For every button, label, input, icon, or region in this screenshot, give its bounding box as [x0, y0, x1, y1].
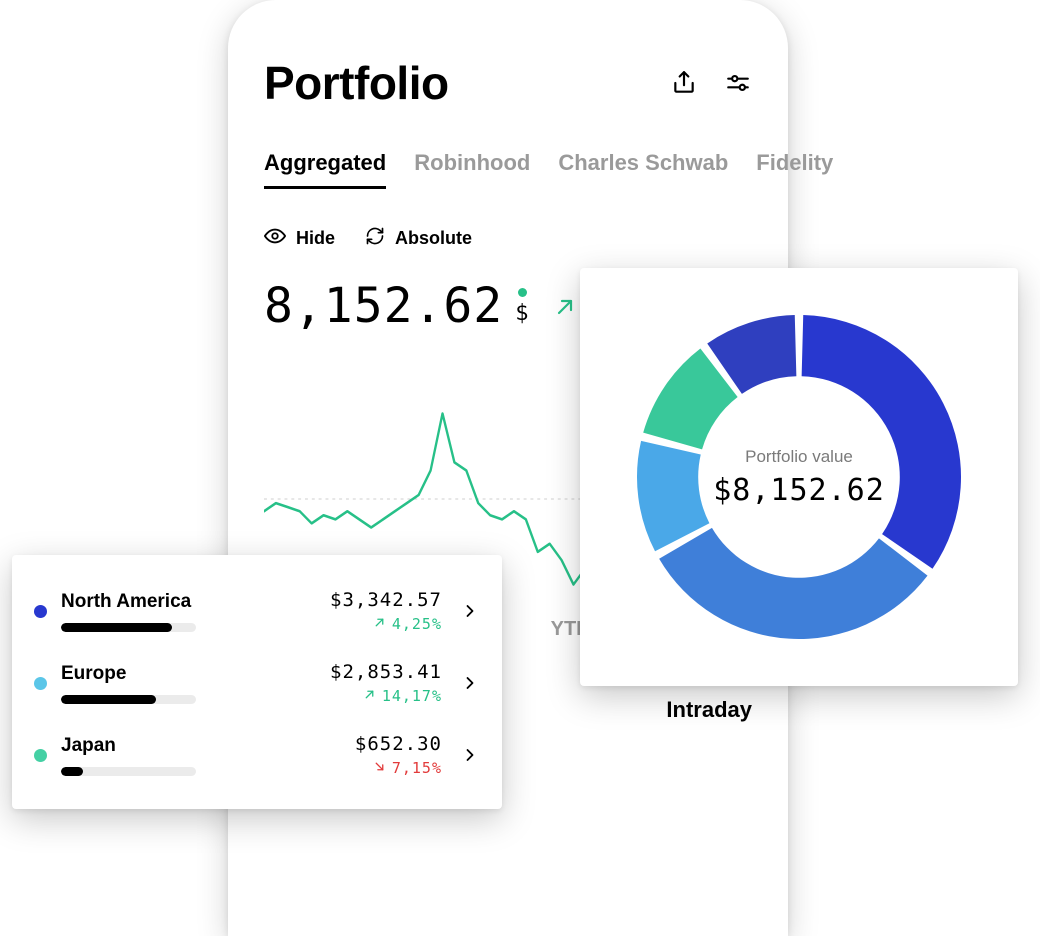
page-title: Portfolio — [264, 56, 449, 110]
donut-chart: Portfolio value $8,152.62 — [619, 297, 979, 657]
donut-center-label: Portfolio value — [745, 447, 853, 467]
region-values: $3,342.57 4,25% — [330, 589, 442, 633]
tab-charles-schwab[interactable]: Charles Schwab — [558, 150, 728, 189]
region-name: North America — [61, 591, 316, 613]
region-bar-fill — [61, 623, 172, 632]
header-actions — [670, 69, 752, 97]
region-main: Europe — [61, 663, 316, 704]
region-values: $2,853.41 14,17% — [330, 661, 442, 705]
tab-intraday[interactable]: Intraday — [666, 697, 752, 723]
donut-center-value: $8,152.62 — [713, 473, 885, 508]
donut-center: Portfolio value $8,152.62 — [619, 297, 979, 657]
chevron-right-icon — [460, 601, 480, 621]
region-color-dot — [34, 749, 47, 762]
region-change: 14,17% — [330, 687, 442, 705]
region-change-value: 14,17% — [382, 687, 442, 705]
region-change-value: 7,15% — [392, 759, 442, 777]
chevron-right-icon — [460, 745, 480, 765]
region-change-value: 4,25% — [392, 615, 442, 633]
status-dot — [518, 288, 527, 297]
trend-up-icon — [553, 295, 577, 324]
region-main: North America — [61, 591, 316, 632]
hide-label: Hide — [296, 228, 335, 249]
portfolio-value-number: 8,152.62 — [264, 278, 503, 334]
chevron-right-icon — [460, 673, 480, 693]
value-controls: Hide Absolute — [264, 225, 752, 252]
region-amount: $652.30 — [355, 733, 442, 755]
card-header: Portfolio — [264, 56, 752, 110]
region-bar — [61, 623, 196, 632]
refresh-icon — [365, 226, 385, 251]
region-main: Japan — [61, 735, 341, 776]
region-values: $652.30 7,15% — [355, 733, 442, 777]
share-icon[interactable] — [670, 69, 698, 97]
region-row[interactable]: North America $3,342.57 4,25% — [34, 583, 480, 655]
region-bar-fill — [61, 767, 83, 776]
tab-fidelity[interactable]: Fidelity — [756, 150, 833, 189]
currency-indicator: $ — [515, 288, 529, 326]
region-row[interactable]: Japan $652.30 7,15% — [34, 727, 480, 781]
region-change: 7,15% — [355, 759, 442, 777]
arrow-up-right-icon — [373, 615, 386, 633]
mode-label: Absolute — [395, 228, 472, 249]
region-name: Japan — [61, 735, 341, 757]
currency-symbol: $ — [515, 301, 529, 326]
arrow-up-right-icon — [363, 687, 376, 705]
arrow-down-right-icon — [373, 759, 386, 777]
region-name: Europe — [61, 663, 316, 685]
region-amount: $2,853.41 — [330, 661, 442, 683]
donut-card: Portfolio value $8,152.62 — [580, 268, 1018, 686]
region-color-dot — [34, 677, 47, 690]
region-row[interactable]: Europe $2,853.41 14,17% — [34, 655, 480, 727]
region-bar-fill — [61, 695, 156, 704]
tab-robinhood[interactable]: Robinhood — [414, 150, 530, 189]
region-bar — [61, 695, 196, 704]
toggle-mode[interactable]: Absolute — [365, 226, 472, 251]
tab-aggregated[interactable]: Aggregated — [264, 150, 386, 189]
region-bar — [61, 767, 196, 776]
region-amount: $3,342.57 — [330, 589, 442, 611]
settings-sliders-icon[interactable] — [724, 69, 752, 97]
region-color-dot — [34, 605, 47, 618]
region-change: 4,25% — [330, 615, 442, 633]
account-tabs: Aggregated Robinhood Charles Schwab Fide… — [264, 150, 752, 189]
toggle-hide[interactable]: Hide — [264, 225, 335, 252]
eye-icon — [264, 225, 286, 252]
regions-card: North America $3,342.57 4,25% Europe $2,853.… — [12, 555, 502, 809]
